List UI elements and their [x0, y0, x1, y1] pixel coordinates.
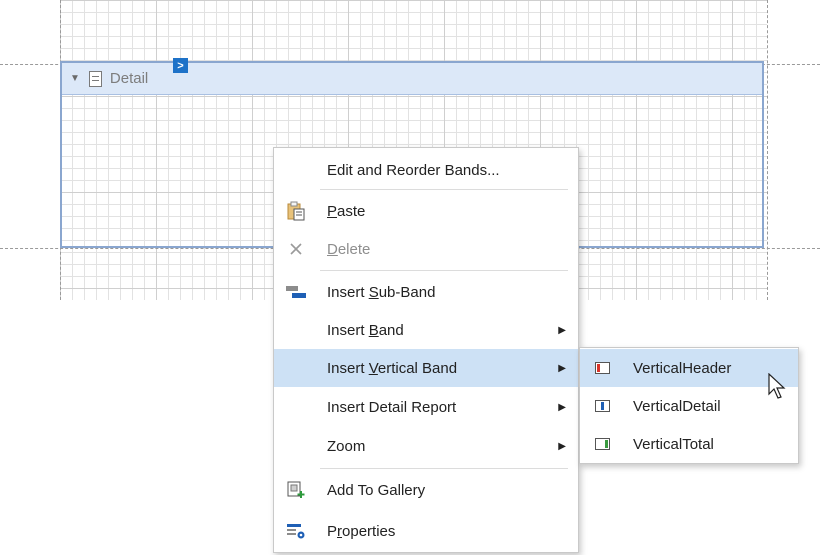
menu-item-insert-sub-band[interactable]: Insert Sub-Band [274, 273, 578, 311]
menu-item-label: Insert Sub-Band [327, 283, 436, 301]
context-menu: Edit and Reorder Bands... Paste Delete I… [273, 147, 579, 553]
vertical-band-submenu: VerticalHeader VerticalDetail VerticalTo… [579, 347, 799, 464]
band-caption[interactable]: ▼ Detail [62, 63, 762, 95]
menu-item-label: Delete [327, 240, 371, 258]
vertical-header-icon [592, 358, 612, 378]
menu-item-label: Zoom [327, 437, 366, 455]
menu-item-edit-reorder-bands[interactable]: Edit and Reorder Bands... [274, 151, 578, 189]
submenu-arrow-icon: ▶ [558, 440, 566, 452]
band-caption-label: Detail [109, 70, 149, 87]
submenu-item-label: VerticalDetail [633, 397, 721, 415]
submenu-item-label: VerticalHeader [633, 359, 732, 377]
submenu-item-vertical-header[interactable]: VerticalHeader [580, 349, 798, 387]
delete-icon [286, 239, 306, 259]
submenu-arrow-icon: ▶ [558, 401, 566, 413]
menu-item-label: Properties [327, 522, 396, 540]
smart-tag-button[interactable]: > [173, 58, 188, 73]
menu-separator [320, 189, 568, 190]
submenu-item-vertical-total[interactable]: VerticalTotal [580, 425, 798, 463]
submenu-arrow-icon: ▶ [558, 324, 566, 336]
menu-separator [320, 270, 568, 271]
submenu-arrow-icon: ▶ [558, 362, 566, 374]
right-margin-line [767, 0, 768, 300]
submenu-item-vertical-detail[interactable]: VerticalDetail [580, 387, 798, 425]
properties-icon [286, 521, 306, 541]
menu-item-zoom[interactable]: Zoom ▶ [274, 427, 578, 465]
menu-item-label: Insert Detail Report [327, 398, 457, 416]
menu-separator [320, 468, 568, 469]
submenu-item-label: VerticalTotal [633, 435, 714, 453]
menu-item-properties[interactable]: Properties [274, 512, 578, 550]
mouse-cursor-icon [768, 373, 786, 399]
menu-item-insert-detail-report[interactable]: Insert Detail Report ▶ [274, 388, 578, 426]
menu-item-label: Insert Vertical Band [327, 359, 458, 377]
paste-icon [286, 201, 306, 221]
insert-sub-band-icon [286, 282, 306, 302]
vertical-detail-icon [592, 396, 612, 416]
menu-item-add-to-gallery[interactable]: Add To Gallery [274, 471, 578, 509]
menu-item-insert-band[interactable]: Insert Band ▶ [274, 311, 578, 349]
menu-item-paste[interactable]: Paste [274, 192, 578, 230]
menu-item-label: Edit and Reorder Bands... [327, 161, 500, 179]
vertical-total-icon [592, 434, 612, 454]
menu-item-label: Add To Gallery [327, 481, 426, 499]
menu-item-label: Paste [327, 202, 366, 220]
detail-band-icon [88, 70, 102, 87]
add-to-gallery-icon [286, 480, 306, 500]
menu-item-delete[interactable]: Delete [274, 230, 578, 268]
collapse-triangle-icon[interactable]: ▼ [70, 73, 80, 84]
menu-item-label: Insert Band [327, 321, 404, 339]
menu-item-insert-vertical-band[interactable]: Insert Vertical Band ▶ [274, 349, 578, 387]
